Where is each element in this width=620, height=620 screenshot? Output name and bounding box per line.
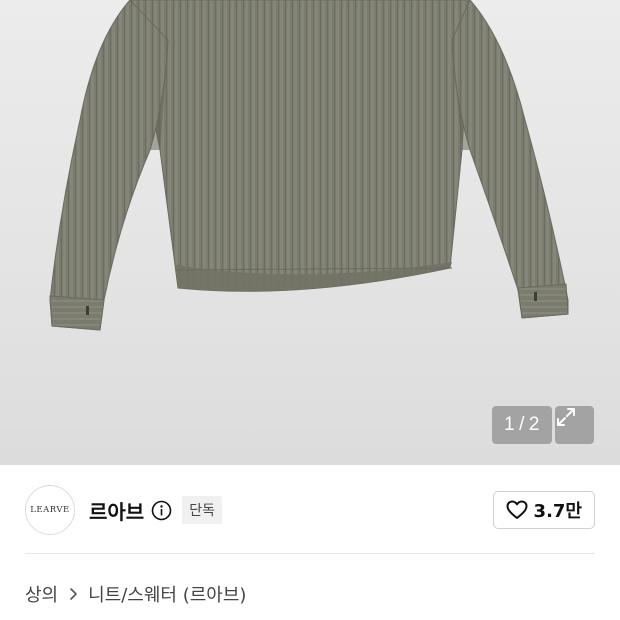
breadcrumb-subcategory[interactable]: 니트/스웨터 (르아브)	[88, 581, 246, 607]
breadcrumb-category[interactable]: 상의	[25, 581, 58, 607]
page-indicator-total: 2	[528, 414, 540, 435]
page-indicator: 1 / 2	[492, 406, 552, 444]
brand-name[interactable]: 르아브	[89, 496, 144, 525]
info-icon[interactable]	[151, 500, 172, 521]
product-image[interactable]: 1 / 2	[0, 0, 620, 465]
brand-row: LEARVE 르아브 단독 3.7만	[25, 484, 595, 536]
sweater-right-sleeve	[451, 0, 569, 319]
page-indicator-current: 1	[504, 414, 516, 435]
sweater-right-cuff	[517, 283, 569, 319]
exclusive-badge: 단독	[182, 496, 222, 524]
sweater-left-sleeve	[49, 0, 169, 331]
sweater-body	[129, 0, 471, 292]
brand-logo[interactable]: LEARVE	[25, 485, 75, 535]
expand-image-button[interactable]	[555, 406, 594, 444]
page-indicator-separator: /	[519, 414, 525, 435]
sweater-left-cuff	[49, 295, 105, 331]
brand-logo-text: LEARVE	[30, 505, 70, 515]
like-button[interactable]: 3.7만	[492, 491, 595, 529]
sweater-illustration	[49, 0, 569, 331]
like-count: 3.7만	[533, 501, 582, 522]
expand-icon	[557, 408, 575, 426]
breadcrumb: 상의 니트/스웨터 (르아브)	[25, 580, 246, 608]
chevron-right-icon	[68, 587, 78, 601]
divider	[25, 553, 595, 554]
heart-icon	[506, 500, 528, 519]
